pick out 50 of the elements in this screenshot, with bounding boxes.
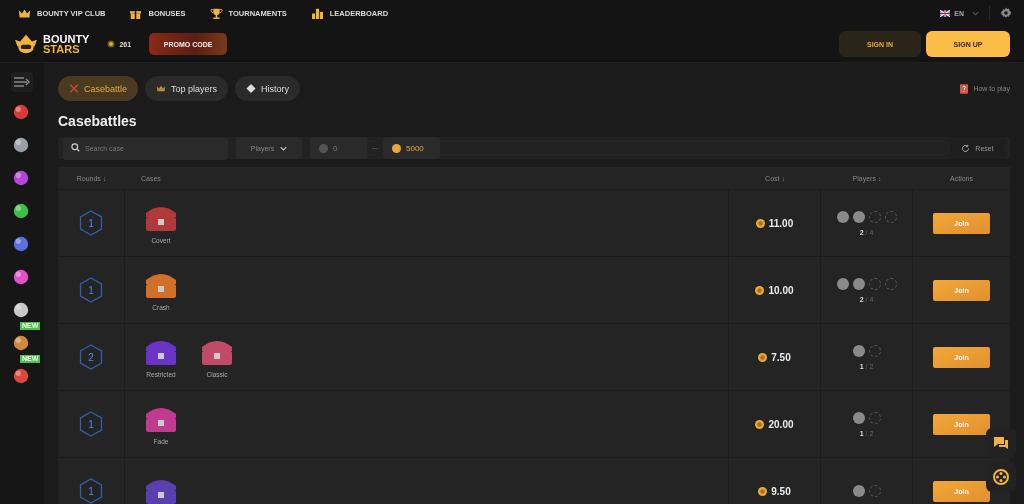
collapse-icon bbox=[14, 77, 30, 87]
coin-icon bbox=[107, 40, 116, 48]
chevron-down-icon bbox=[280, 145, 288, 151]
crown-icon bbox=[18, 7, 31, 19]
coin-icon bbox=[392, 143, 401, 153]
chat-icon bbox=[993, 436, 1009, 450]
search-icon bbox=[71, 143, 80, 152]
game-icon[interactable] bbox=[12, 136, 30, 154]
round-count: 1 bbox=[79, 411, 103, 437]
cost: 20.00 bbox=[755, 418, 794, 430]
cost: 11.00 bbox=[755, 217, 794, 229]
game-icon[interactable] bbox=[12, 202, 30, 220]
trophy-icon bbox=[209, 7, 223, 19]
game-icon[interactable] bbox=[12, 169, 30, 187]
ticket-icon bbox=[246, 84, 257, 93]
coin-icon bbox=[319, 143, 328, 153]
game-icon[interactable] bbox=[12, 334, 30, 352]
logo[interactable]: BOUNTY STARS bbox=[12, 33, 90, 55]
reset-icon bbox=[961, 143, 971, 153]
game-icon[interactable] bbox=[12, 103, 30, 121]
collapse-button[interactable] bbox=[11, 72, 33, 92]
lifebuoy-icon bbox=[993, 469, 1009, 485]
game-icon[interactable] bbox=[12, 301, 30, 319]
tab[interactable]: Casebattle bbox=[58, 76, 139, 101]
round-count: 1 bbox=[79, 277, 103, 303]
chevron-down-icon bbox=[972, 10, 979, 16]
coin-icon bbox=[755, 285, 765, 295]
game-icon[interactable] bbox=[12, 367, 30, 385]
round-count: 2 bbox=[79, 344, 103, 370]
cost: 7.50 bbox=[758, 351, 791, 363]
coin-icon bbox=[758, 486, 768, 496]
round-count: 1 bbox=[79, 478, 103, 504]
coin-icon bbox=[755, 218, 765, 228]
help-card-icon bbox=[960, 83, 969, 94]
cost: 10.00 bbox=[755, 284, 794, 296]
swords-icon bbox=[69, 84, 79, 93]
page-title: Casebattles bbox=[58, 113, 138, 129]
settings-icon[interactable] bbox=[1000, 7, 1012, 19]
crown-icon bbox=[156, 84, 167, 93]
flag-icon bbox=[940, 9, 951, 17]
round-count: 1 bbox=[79, 210, 103, 236]
coin-icon bbox=[755, 419, 765, 429]
coin-icon bbox=[758, 352, 768, 362]
bar-chart-icon bbox=[310, 7, 324, 19]
game-icon[interactable] bbox=[12, 235, 30, 253]
cost: 9.50 bbox=[758, 485, 791, 497]
game-icon[interactable] bbox=[12, 268, 30, 286]
max-cost-field[interactable]: 5000 bbox=[383, 137, 440, 159]
tab[interactable]: History bbox=[235, 76, 301, 101]
tab[interactable]: Top players bbox=[145, 76, 229, 101]
